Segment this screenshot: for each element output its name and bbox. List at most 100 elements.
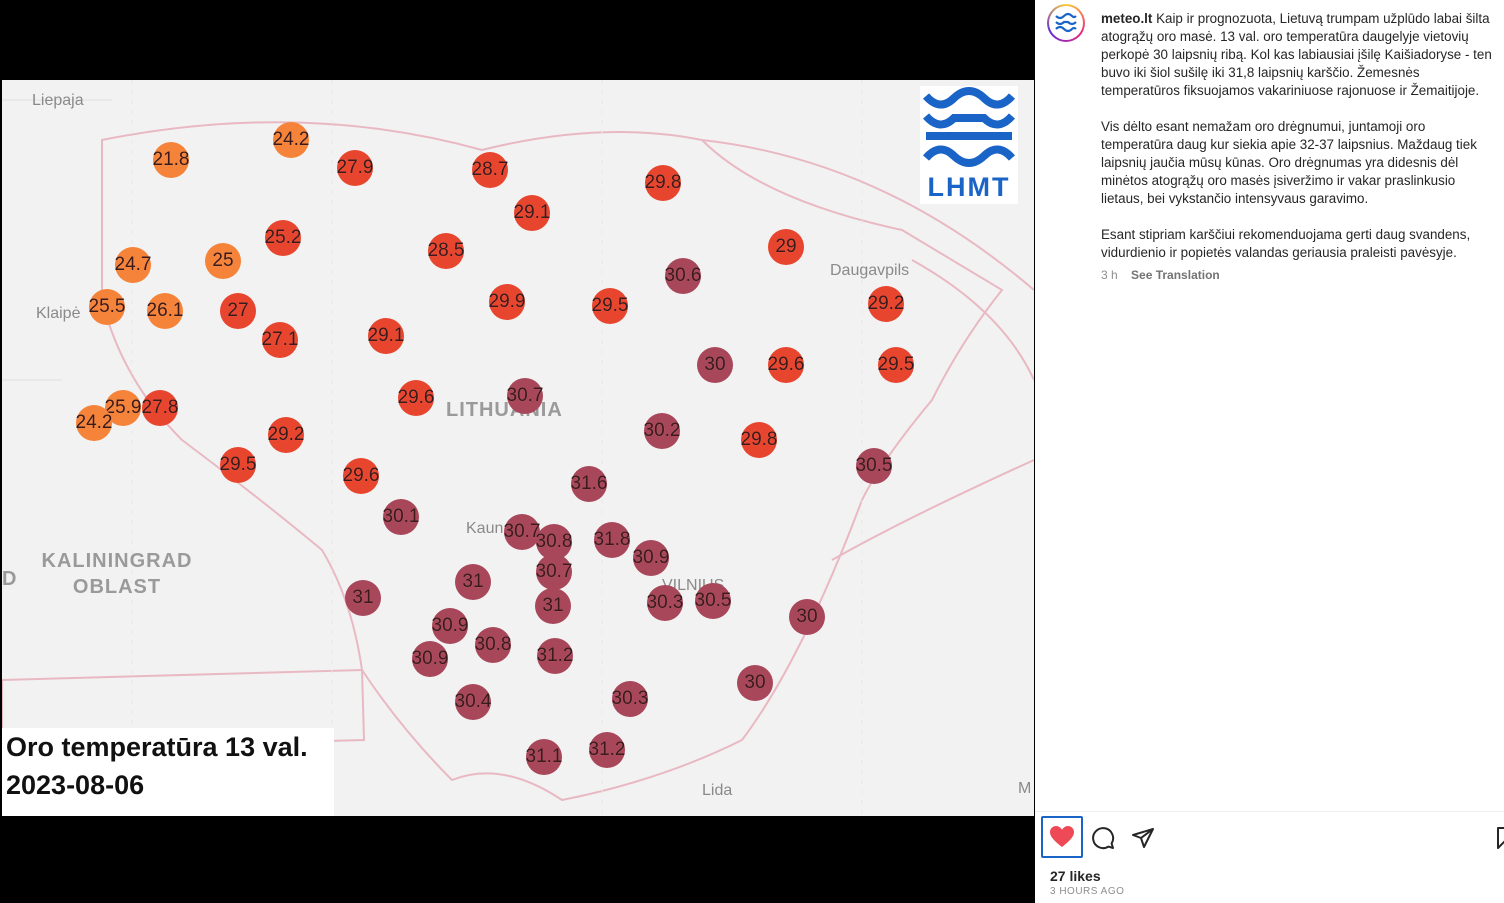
station-marker: 29.2 [867,286,905,322]
station-marker: 24.7 [114,247,152,283]
like-button[interactable] [1041,816,1083,858]
station-marker: 30.8 [474,627,512,663]
likes-count[interactable]: 27 likes [1050,868,1101,884]
station-temperature: 30.3 [646,592,684,613]
station-marker: 24.2 [272,122,310,158]
station-marker: 29.5 [219,447,257,483]
caption-date: 2023-08-06 [6,770,145,800]
station-marker: 29.6 [343,458,380,494]
station-temperature: 25.2 [264,227,302,248]
station-temperature: 30.5 [694,590,732,611]
temperature-map: Liepaja Klaipė Daugavpils LITHUANIA KALI… [2,80,1034,816]
see-translation-button[interactable]: See Translation [1131,268,1220,282]
station-temperature: 30.6 [664,265,702,286]
post-meta: 3 h See Translation [1101,268,1230,282]
save-button[interactable] [1495,826,1504,850]
post-media[interactable]: Liepaja Klaipė Daugavpils LITHUANIA KALI… [0,0,1035,903]
send-icon [1132,828,1154,848]
station-marker: 29.6 [398,380,435,416]
station-temperature: 29.2 [867,293,905,314]
station-marker: 31 [345,580,381,616]
station-marker: 27.9 [337,150,374,186]
station-temperature: 31 [462,571,484,592]
station-temperature: 24.2 [75,412,113,433]
station-marker: 29.6 [768,347,805,383]
station-marker: 31.1 [526,739,563,775]
station-marker: 29.8 [740,422,778,458]
post-time: 3 h [1101,268,1118,282]
share-button[interactable] [1131,826,1155,850]
station-temperature: 30 [796,606,818,627]
place-left-edge: D [2,568,18,590]
station-marker: 29.8 [644,165,682,201]
map-caption: Oro temperatūra 13 val. 2023-08-06 [2,728,334,816]
station-marker: 30.9 [411,641,449,677]
station-marker: 29.2 [268,417,305,453]
post-caption: meteo.lt Kaip ir prognozuota, Lietuvą tr… [1101,10,1497,280]
station-marker: 31.2 [536,638,574,674]
caption-paragraph-1: Kaip ir prognozuota, Lietuvą trumpam užp… [1101,11,1492,98]
station-marker: 29 [768,229,804,265]
station-temperature: 30.1 [382,506,420,527]
station-temperature: 30.4 [454,691,492,712]
station-marker: 29.1 [367,318,405,354]
station-marker: 30.4 [454,684,492,720]
station-temperature: 28.7 [471,159,509,180]
avatar[interactable] [1047,4,1085,42]
post-sidebar: meteo.lt Kaip ir prognozuota, Lietuvą tr… [1035,0,1504,903]
station-marker: 27.1 [261,322,299,358]
station-temperature: 30.8 [535,531,573,552]
station-temperature: 30.5 [855,455,893,476]
place-lida: Lida [702,782,733,799]
station-temperature: 31.8 [593,529,631,550]
station-temperature: 31.2 [536,645,574,666]
station-temperature: 31.2 [588,739,626,760]
divider [1035,811,1504,812]
comment-button[interactable] [1091,826,1115,850]
place-kaunas: Kaun [466,520,504,537]
station-temperature: 30.8 [474,634,512,655]
station-temperature: 27.1 [261,329,299,350]
station-temperature: 24.2 [272,129,310,150]
username-link[interactable]: meteo.lt [1101,11,1152,26]
post-timestamp: 3 HOURS AGO [1050,886,1125,897]
station-marker: 30.7 [507,378,544,414]
station-temperature: 29.1 [367,325,405,346]
station-temperature: 30 [744,672,766,693]
heart-icon [1050,826,1074,847]
station-marker: 30.5 [855,448,893,484]
bookmark-icon [1497,827,1504,849]
station-marker: 31 [535,588,571,624]
station-marker: 27.8 [142,390,179,426]
station-marker: 29.9 [488,284,526,320]
station-marker: 30.9 [431,608,469,644]
place-lithuania: LITHUANIA [446,399,563,421]
caption-title: Oro temperatūra 13 val. [6,732,308,762]
station-marker: 29.5 [878,347,915,383]
place-daugavpils: Daugavpils [830,262,910,279]
station-temperature: 30.2 [643,420,681,441]
station-marker: 28.5 [428,233,465,269]
station-marker: 30.7 [536,554,573,590]
station-marker: 28.7 [471,152,509,188]
station-temperature: 24.7 [114,254,152,275]
station-temperature: 29.9 [488,291,526,312]
station-temperature: 30.9 [431,615,469,636]
station-marker: 31.6 [570,466,608,502]
station-temperature: 30.9 [632,547,670,568]
station-temperature: 21.8 [152,149,190,170]
station-temperature: 29.8 [644,172,682,193]
place-kaliningrad-line1: KALININGRAD [41,550,193,572]
station-temperature: 29.8 [740,429,778,450]
station-temperature: 30.9 [411,648,449,669]
station-marker: 29.5 [591,288,629,324]
station-marker: 25.2 [264,220,302,256]
station-temperature: 29.5 [219,454,257,475]
place-kaliningrad: KALININGRAD OBLAST [32,548,202,600]
station-marker: 30.3 [646,585,684,621]
station-temperature: 29.5 [591,295,629,316]
station-marker: 21.8 [152,142,190,178]
station-temperature: 31.6 [570,473,608,494]
station-marker: 31.2 [588,732,626,768]
station-marker: 25 [205,243,241,279]
